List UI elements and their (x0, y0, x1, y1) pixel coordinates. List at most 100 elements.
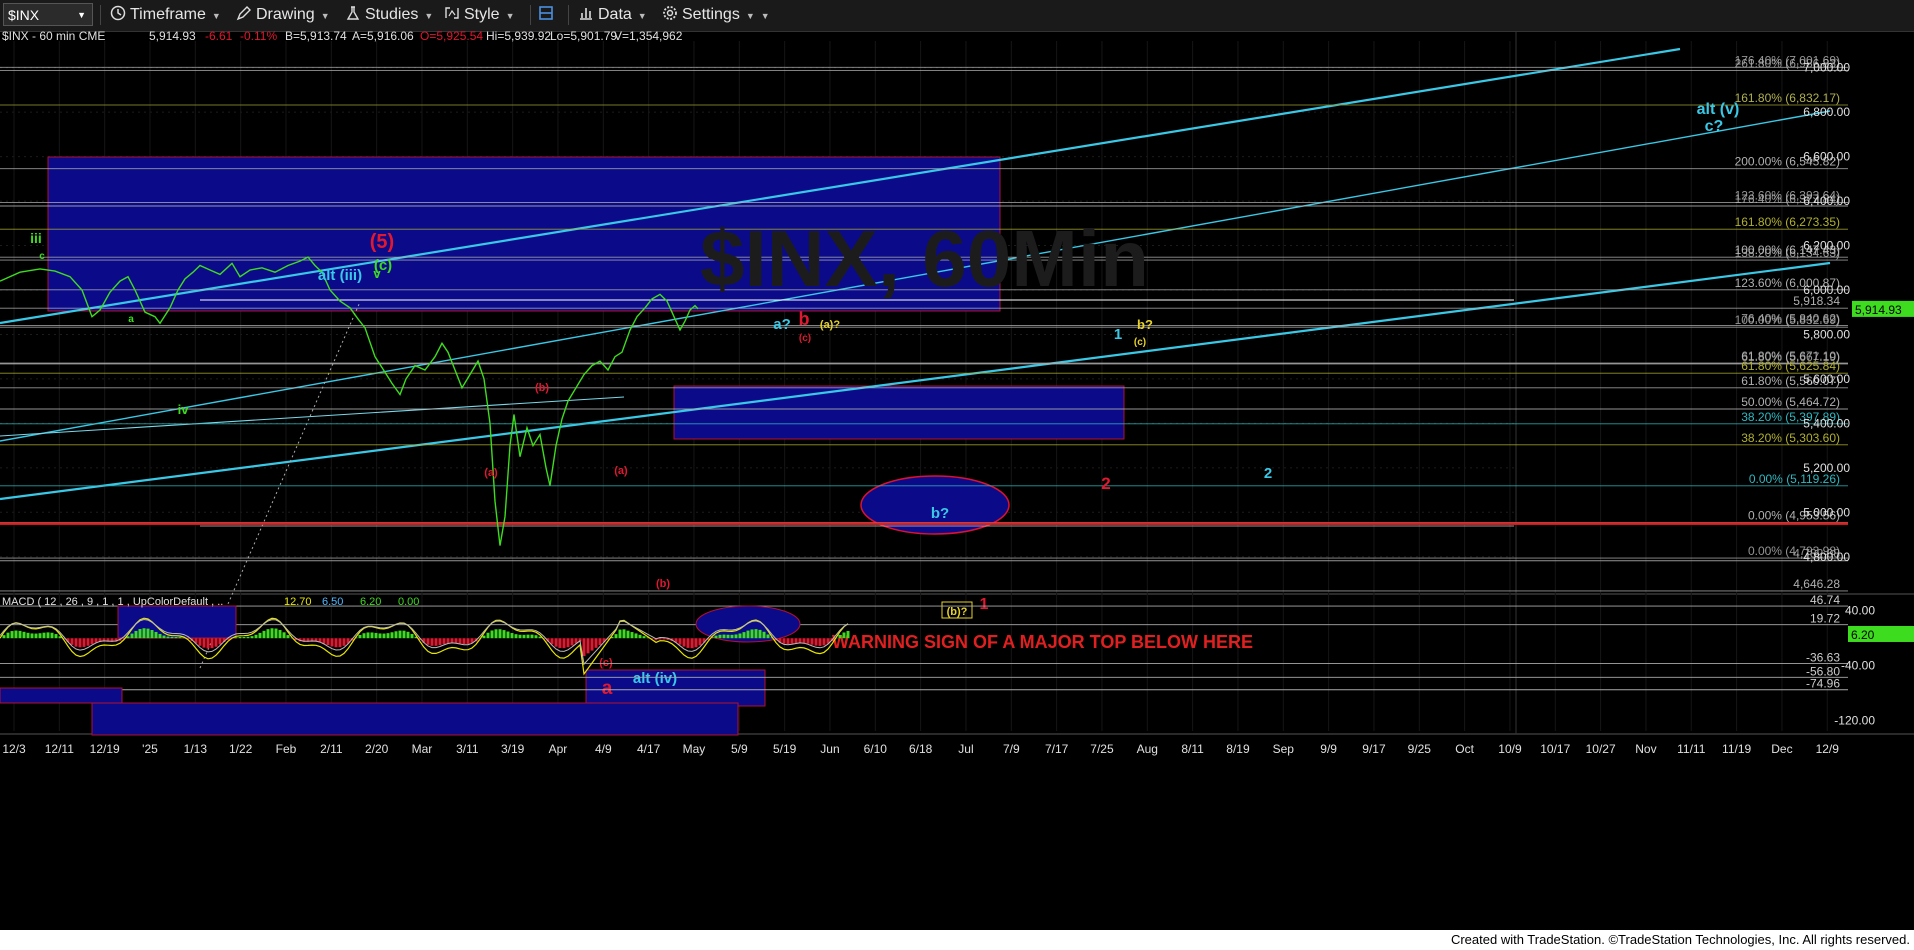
wave-label: 2 (1101, 474, 1110, 493)
quote-field: $INX - 60 min CME (2, 31, 105, 43)
price-tick-label: 5,200.00 (1803, 461, 1850, 475)
toolbar-divider (568, 5, 569, 25)
quote-field: B=5,913.74 (285, 31, 347, 43)
wave-label: c? (1705, 118, 1724, 135)
toolbar-divider (100, 5, 101, 25)
price-tick-label: 6,800.00 (1803, 105, 1850, 119)
time-tick-label: May (683, 742, 706, 756)
chevron-down-icon: ▼ (760, 11, 770, 21)
symbol-selector[interactable]: $INX ▼ (3, 3, 93, 26)
studies-menu[interactable]: Studies ▼ (345, 4, 433, 26)
drawing-label: Drawing (256, 6, 315, 23)
footer: Created with TradeStation. ©TradeStation… (0, 930, 1914, 950)
time-tick-label: Nov (1635, 742, 1656, 756)
layout-icon (539, 6, 553, 20)
timeframe-label: Timeframe (130, 6, 206, 23)
macd-level-label: -36.63 (1806, 650, 1840, 664)
quote-header: $INX - 60 min CME 5,914.93 -6.61 -0.11% B=5,… (2, 31, 683, 43)
target-box (673, 385, 1125, 440)
time-tick-label: 9/25 (1408, 742, 1432, 756)
price-chart[interactable]: 161.80% (6,832.17)200.00% (6,545.82)161.… (0, 31, 1914, 930)
fib-label-overlap: 100.00% (5,832.69) (1735, 313, 1840, 327)
fib-label: 161.80% (6,832.17) (1735, 91, 1840, 105)
price-tick-label: 6,200.00 (1803, 239, 1850, 253)
price-tick-label: 5,400.00 (1803, 416, 1850, 430)
fib-label-overlap: 61.80% (5,667.19) (1741, 350, 1840, 364)
price-tick-label: 7,000.00 (1803, 61, 1850, 75)
fibonacci-levels: 161.80% (6,832.17)200.00% (6,545.82)161.… (0, 53, 1848, 652)
wave-label: iii (30, 230, 42, 246)
settings-menu[interactable]: Settings ▼ ▼ (662, 4, 770, 26)
chevron-down-icon: ▼ (505, 11, 515, 21)
macd-value: 6.50 (322, 596, 343, 608)
price-tick-label: 4,800.00 (1803, 550, 1850, 564)
wave-label: alt (iv) (633, 670, 677, 687)
time-tick-label: 12/19 (90, 742, 120, 756)
time-tick-label: 10/27 (1586, 742, 1616, 756)
data-menu[interactable]: Data ▼ (578, 4, 647, 26)
layout-button[interactable] (538, 4, 558, 26)
macd-level-label: 46.74 (1810, 593, 1840, 607)
style-label: Style (464, 6, 500, 23)
time-tick-label: Sep (1273, 742, 1295, 756)
time-tick-label: 5/19 (773, 742, 797, 756)
price-tick-label: 5,800.00 (1803, 327, 1850, 341)
time-tick-label: 6/18 (909, 742, 933, 756)
last-price-label: 5,914.93 (1855, 303, 1902, 317)
price-tick-label: 5,000.00 (1803, 505, 1850, 519)
price-tick-label: 6,400.00 (1803, 194, 1850, 208)
macd-tick-label: -120.00 (1834, 714, 1875, 728)
time-tick-label: 4/17 (637, 742, 661, 756)
chevron-down-icon: ▼ (320, 11, 330, 21)
macd-tick-label: 40.00 (1845, 604, 1875, 618)
quote-field: -0.11% (240, 31, 277, 43)
quote-field: V=1,354,962 (614, 31, 683, 43)
macd-box (91, 702, 739, 736)
time-tick-label: 3/19 (501, 742, 525, 756)
time-tick-label: 10/9 (1498, 742, 1522, 756)
wave-label: iv (178, 402, 190, 417)
time-tick-label: 11/11 (1677, 742, 1706, 756)
symbol-text: $INX (8, 7, 40, 23)
fib-label: 161.80% (6,273.35) (1735, 215, 1840, 229)
time-axis: 12/3 12/11 12/19 '25 1/13 1/22 Feb 2/11 2/20 Mar 3… (2, 742, 1839, 756)
price-tick-label: 6,000.00 (1803, 283, 1850, 297)
style-menu[interactable]: Style ▼ (444, 4, 515, 26)
studies-label: Studies (365, 6, 419, 23)
time-tick-label: Feb (276, 742, 297, 756)
macd-level-label: 19.72 (1810, 612, 1840, 626)
pencil-icon (236, 6, 251, 21)
macd-tick-label: -40.00 (1841, 659, 1875, 673)
macd-title: MACD ( 12 , 26 , 9 , 1 , 1 , UpColorDefa… (2, 596, 223, 608)
fib-label: 50.00% (5,464.72) (1741, 395, 1840, 409)
time-tick-label: '25 (142, 742, 158, 756)
quote-field: Lo=5,901.79 (550, 31, 617, 43)
quote-field: Hi=5,939.92 (486, 31, 551, 43)
drawing-menu[interactable]: Drawing ▼ (236, 4, 330, 26)
wave-label: 1 (1114, 326, 1122, 343)
toolbar-divider (530, 5, 531, 25)
wave-label: 1 (980, 596, 989, 613)
fib-label: 4,646.28 (1793, 577, 1840, 591)
wave-label: (a)? (820, 319, 840, 331)
wave-label: alt (iii) (318, 267, 362, 284)
wave-label: (c) (1134, 337, 1146, 348)
time-tick-label: 7/25 (1090, 742, 1114, 756)
chevron-down-icon: ▼ (745, 11, 755, 21)
clock-icon (110, 5, 126, 21)
wave-label: (b) (535, 382, 549, 394)
time-tick-label: 9/17 (1362, 742, 1386, 756)
wave-label: 2 (1264, 465, 1272, 482)
time-tick-label: Dec (1771, 742, 1792, 756)
time-tick-label: 3/11 (456, 742, 479, 756)
time-tick-label: 2/20 (365, 742, 389, 756)
wave-label: alt (v) (1697, 101, 1740, 118)
chevron-down-icon: ▼ (77, 10, 86, 20)
timeframe-menu[interactable]: Timeframe ▼ (110, 4, 221, 26)
time-tick-label: 9/9 (1320, 742, 1337, 756)
bar-chart-icon (580, 8, 592, 20)
chart-grid (0, 31, 1914, 735)
wave-label: c (39, 251, 45, 262)
time-tick-label: 11/19 (1722, 742, 1751, 756)
fib-label: 38.20% (5,303.60) (1741, 431, 1840, 445)
